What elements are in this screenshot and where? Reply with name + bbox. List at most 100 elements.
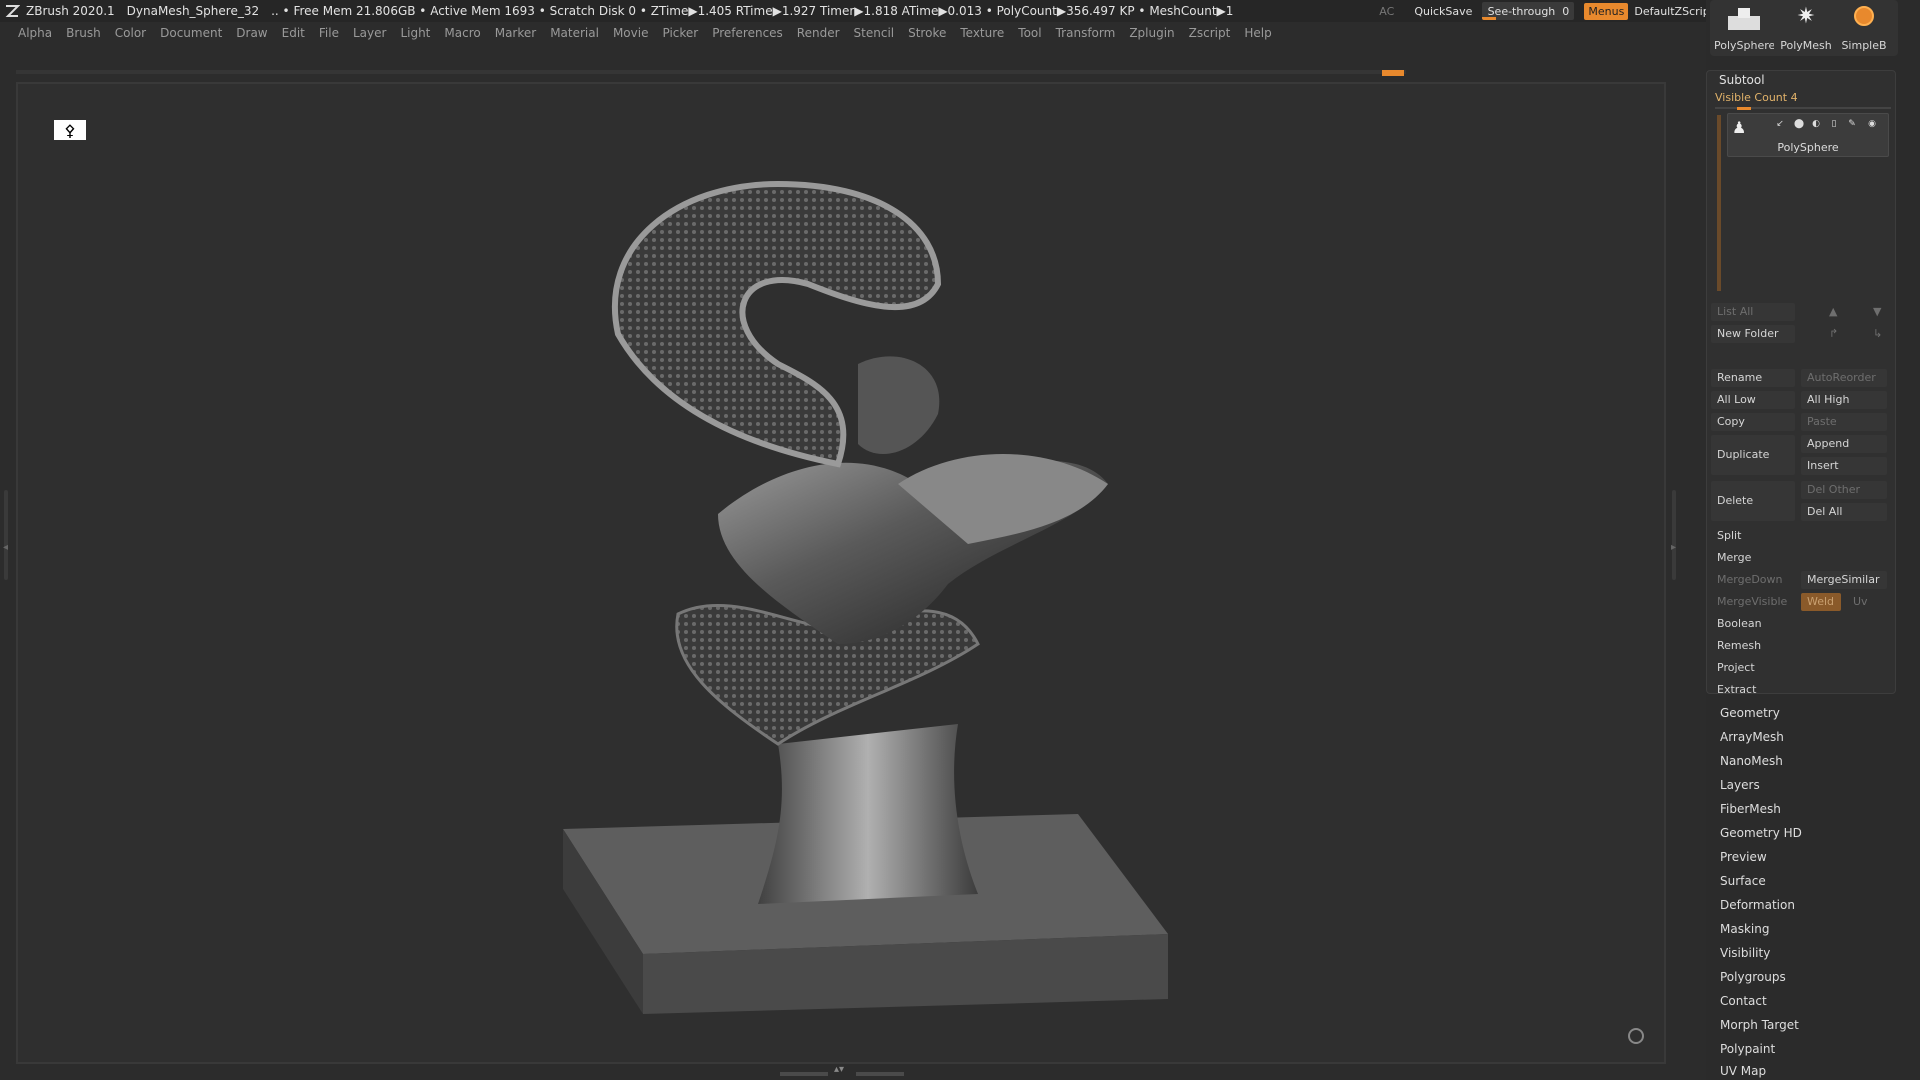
brush-icon[interactable]: ✎ [1846, 119, 1858, 129]
lock-icon[interactable]: ▯ [1828, 119, 1840, 129]
section-visibility[interactable]: Visibility [1720, 946, 1770, 960]
merge-visible-button[interactable]: MergeVisible [1711, 593, 1795, 611]
menu-macro[interactable]: Macro [444, 26, 480, 40]
section-geometry[interactable]: Geometry [1720, 706, 1780, 720]
weld-toggle[interactable]: Weld [1801, 593, 1841, 611]
section-surface[interactable]: Surface [1720, 874, 1766, 888]
section-contact[interactable]: Contact [1720, 994, 1767, 1008]
section-nanomesh[interactable]: NanoMesh [1720, 754, 1783, 768]
menus-toggle[interactable]: Menus [1584, 2, 1629, 20]
menu-file[interactable]: File [319, 26, 339, 40]
del-other-button[interactable]: Del Other [1801, 481, 1887, 499]
ac-label[interactable]: AC [1379, 5, 1394, 18]
menu-draw[interactable]: Draw [236, 26, 267, 40]
menu-movie[interactable]: Movie [613, 26, 649, 40]
copy-button[interactable]: Copy [1711, 413, 1795, 431]
half-circle-icon[interactable]: ◐ [1810, 119, 1822, 129]
section-fibermesh[interactable]: FiberMesh [1720, 802, 1781, 816]
merge-down-button[interactable]: MergeDown [1711, 571, 1795, 589]
menu-alpha[interactable]: Alpha [18, 26, 52, 40]
canvas-viewport[interactable]: ⚴ [16, 82, 1666, 1064]
navigation-gizmo-icon[interactable] [1628, 1028, 1644, 1044]
del-all-button[interactable]: Del All [1801, 503, 1887, 521]
extract-button[interactable]: Extract [1711, 681, 1887, 699]
right-tray-arrow-icon[interactable]: ▸ [1671, 542, 1676, 553]
subtool-item-name: PolySphere [1777, 141, 1839, 154]
rename-button[interactable]: Rename [1711, 369, 1795, 387]
menu-picker[interactable]: Picker [662, 26, 698, 40]
boolean-button[interactable]: Boolean [1711, 615, 1887, 633]
section-preview[interactable]: Preview [1720, 850, 1767, 864]
new-folder-button[interactable]: New Folder [1711, 325, 1795, 343]
section-uv-map[interactable]: UV Map [1720, 1064, 1766, 1078]
all-high-button[interactable]: All High [1801, 391, 1887, 409]
quicksave-button[interactable]: QuickSave [1414, 5, 1472, 18]
subtool-header[interactable]: Subtool [1719, 73, 1765, 87]
menu-help[interactable]: Help [1244, 26, 1271, 40]
floor-grid-icon[interactable]: ⚴ [54, 120, 86, 140]
all-low-button[interactable]: All Low [1711, 391, 1795, 409]
left-tray-arrow-icon[interactable]: ◂ [3, 542, 8, 553]
tool-thumbnails: PolySphere ✷ PolyMesh SimpleB [1710, 0, 1898, 56]
insert-button[interactable]: Insert [1801, 457, 1887, 475]
thumb-label: PolyMesh [1780, 39, 1832, 52]
default-zscript-button[interactable]: DefaultZScript [1634, 5, 1714, 18]
menu-stencil[interactable]: Stencil [854, 26, 895, 40]
menu-material[interactable]: Material [550, 26, 599, 40]
left-tray-handle[interactable] [4, 490, 8, 580]
menu-texture[interactable]: Texture [960, 26, 1004, 40]
menu-transform[interactable]: Transform [1056, 26, 1116, 40]
merge-button[interactable]: Merge [1711, 549, 1887, 567]
toggle-icon[interactable]: ⬤ [1790, 119, 1808, 129]
subtool-item-polysphere[interactable]: ♟ ↙ ⬤ ◐ ▯ ✎ ◉ PolySphere [1727, 113, 1889, 157]
menu-preferences[interactable]: Preferences [712, 26, 783, 40]
thumb-polysphere[interactable]: PolySphere [1714, 0, 1774, 56]
right-tray-handle[interactable] [1672, 490, 1676, 580]
visible-count[interactable]: Visible Count 4 [1715, 91, 1798, 104]
move-out-icon[interactable]: ↱ [1823, 325, 1853, 343]
section-morph-target[interactable]: Morph Target [1720, 1018, 1799, 1032]
section-geometry-hd[interactable]: Geometry HD [1720, 826, 1802, 840]
merge-similar-button[interactable]: MergeSimilar [1801, 571, 1887, 589]
section-arraymesh[interactable]: ArrayMesh [1720, 730, 1784, 744]
subtool-list-scrollbar[interactable] [1717, 115, 1721, 291]
paste-button[interactable]: Paste [1801, 413, 1887, 431]
menu-edit[interactable]: Edit [282, 26, 305, 40]
uv-toggle[interactable]: Uv [1847, 593, 1887, 611]
move-up-icon[interactable]: ▲ [1823, 303, 1853, 321]
remesh-button[interactable]: Remesh [1711, 637, 1887, 655]
menu-marker[interactable]: Marker [495, 26, 536, 40]
visible-count-slider[interactable] [1715, 107, 1891, 110]
menu-light[interactable]: Light [400, 26, 430, 40]
section-polygroups[interactable]: Polygroups [1720, 970, 1786, 984]
auto-reorder-button[interactable]: AutoReorder [1801, 369, 1887, 387]
section-deformation[interactable]: Deformation [1720, 898, 1795, 912]
list-all-button[interactable]: List All [1711, 303, 1795, 321]
menu-render[interactable]: Render [797, 26, 840, 40]
menu-document[interactable]: Document [160, 26, 222, 40]
arrow-icon[interactable]: ↙ [1774, 119, 1786, 129]
move-in-icon[interactable]: ↳ [1867, 325, 1897, 343]
menu-brush[interactable]: Brush [66, 26, 101, 40]
bottom-tray-arrows-icon: ▴▾ [834, 1064, 845, 1075]
section-layers[interactable]: Layers [1720, 778, 1760, 792]
thumb-polymesh[interactable]: ✷ PolyMesh [1776, 0, 1836, 56]
menu-layer[interactable]: Layer [353, 26, 386, 40]
eye-icon[interactable]: ◉ [1866, 119, 1878, 129]
menu-zplugin[interactable]: Zplugin [1129, 26, 1174, 40]
duplicate-button[interactable]: Duplicate [1711, 435, 1795, 475]
see-through-slider[interactable]: See-through 0 [1482, 2, 1575, 20]
bottom-tray-handle[interactable]: ▴▾ [780, 1064, 904, 1076]
thumb-simplebrush[interactable]: SimpleB [1834, 0, 1894, 56]
section-masking[interactable]: Masking [1720, 922, 1769, 936]
delete-button[interactable]: Delete [1711, 481, 1795, 521]
move-down-icon[interactable]: ▼ [1867, 303, 1897, 321]
menu-zscript[interactable]: Zscript [1189, 26, 1231, 40]
split-button[interactable]: Split [1711, 527, 1887, 545]
append-button[interactable]: Append [1801, 435, 1887, 453]
menu-color[interactable]: Color [115, 26, 146, 40]
project-button[interactable]: Project [1711, 659, 1887, 677]
section-polypaint[interactable]: Polypaint [1720, 1042, 1775, 1056]
menu-tool[interactable]: Tool [1018, 26, 1041, 40]
menu-stroke[interactable]: Stroke [908, 26, 946, 40]
